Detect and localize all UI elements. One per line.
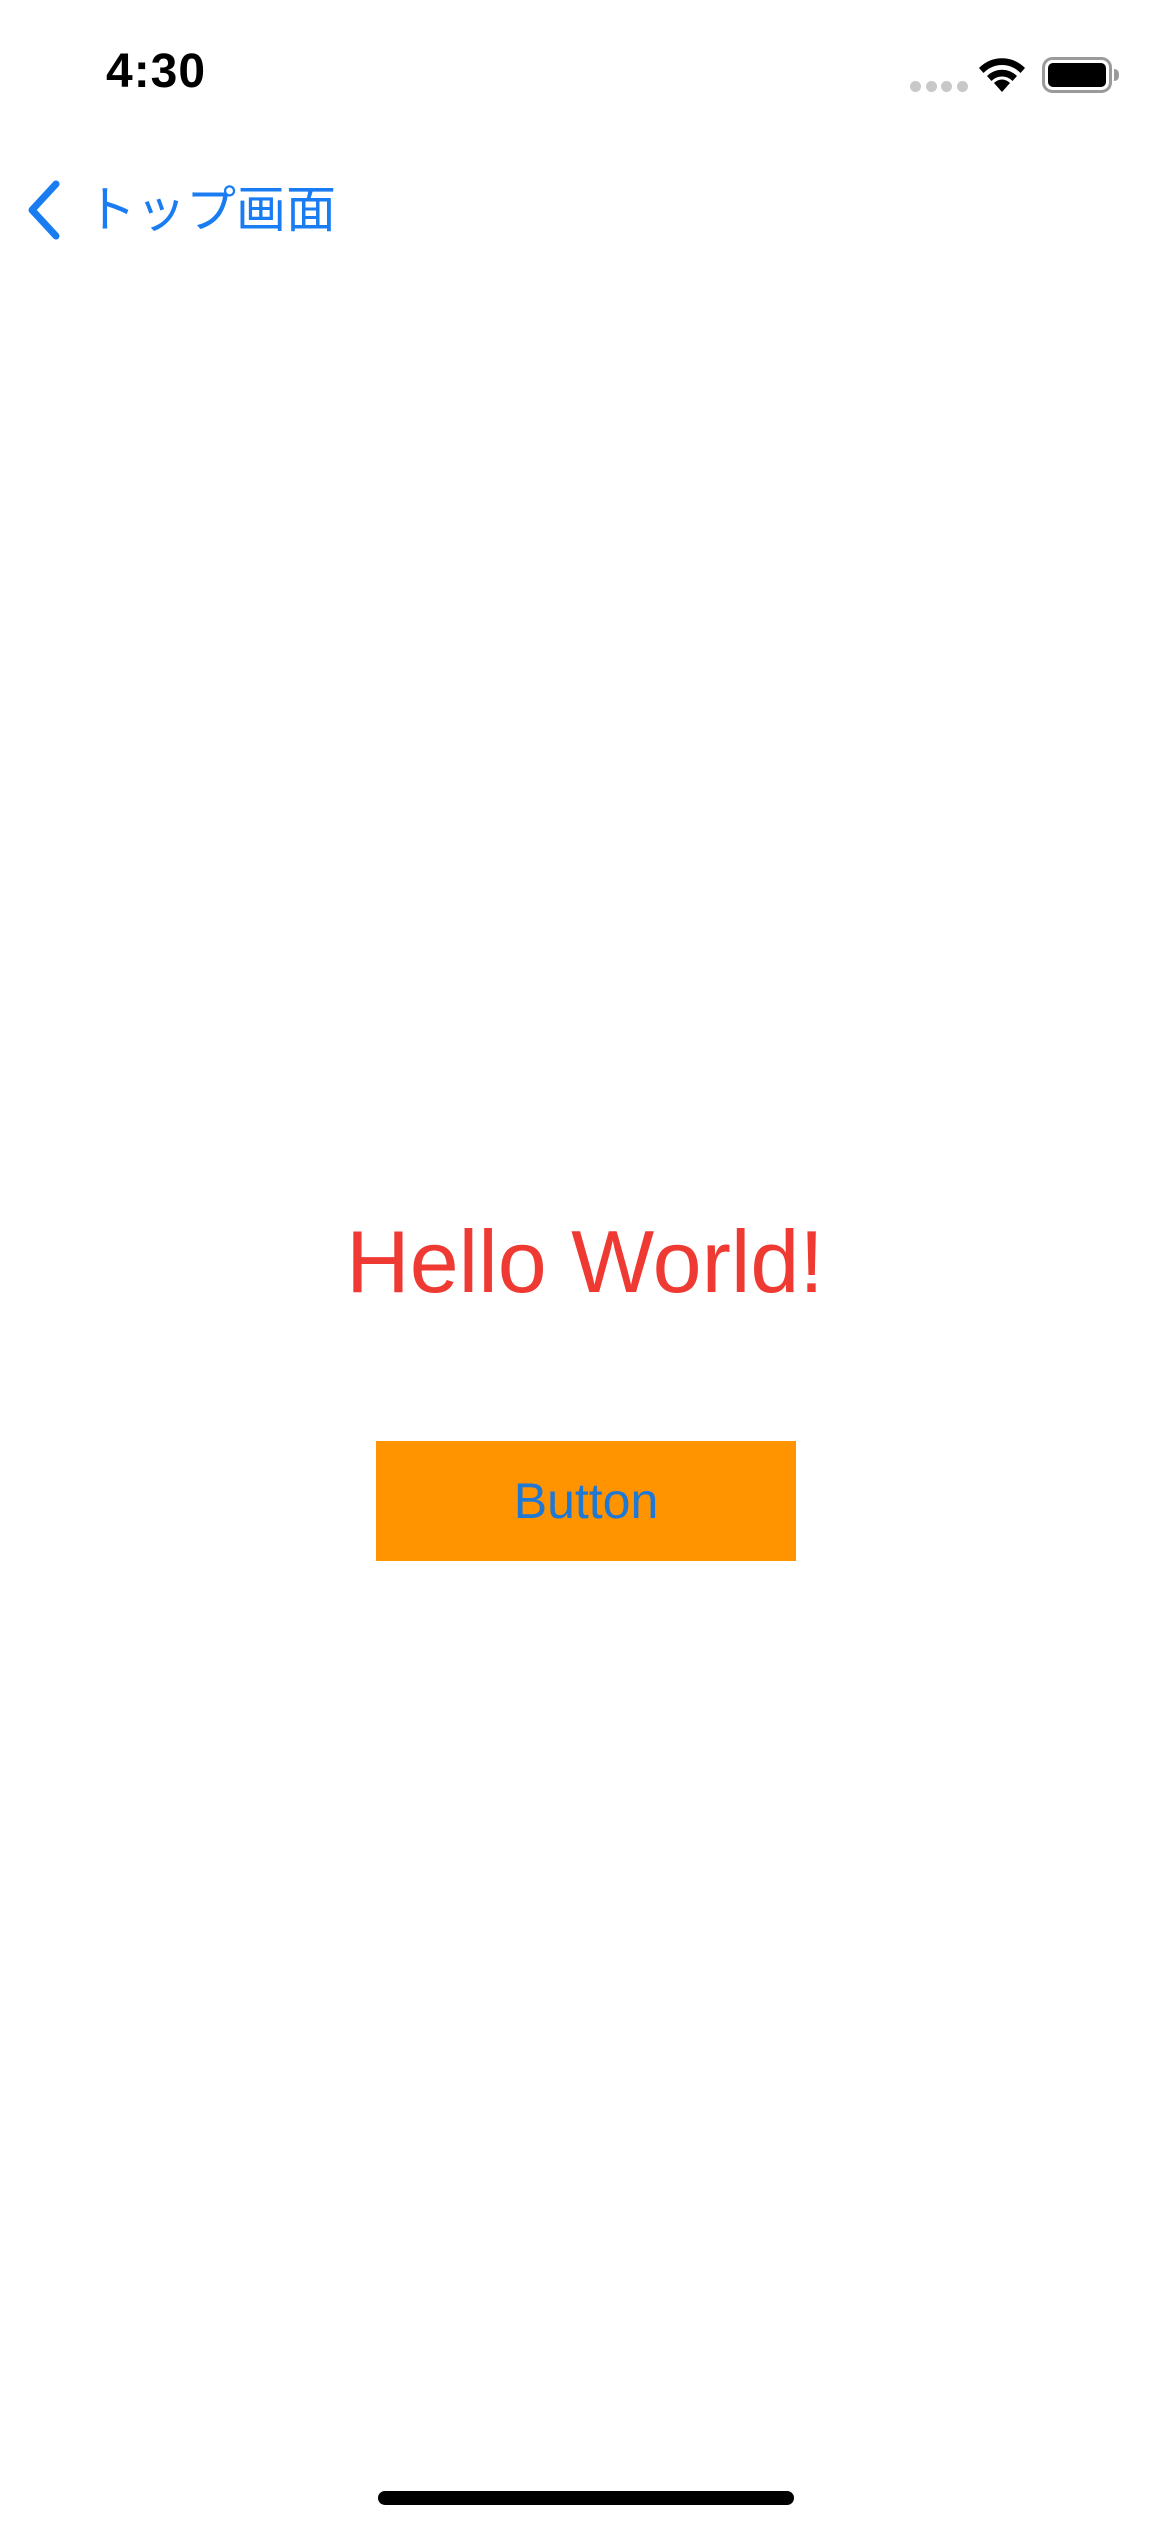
- hello-label: Hello World!: [346, 1212, 824, 1311]
- battery-icon: [1042, 57, 1119, 93]
- main-button[interactable]: Button: [376, 1441, 796, 1561]
- signal-dots-icon: [910, 79, 968, 93]
- back-button[interactable]: トップ画面: [24, 170, 336, 250]
- main-button-label: Button: [513, 1473, 659, 1529]
- back-button-label: トップ画面: [86, 182, 336, 238]
- wifi-icon: [979, 58, 1025, 92]
- status-time: 4:30: [106, 45, 207, 98]
- home-indicator[interactable]: [378, 2491, 794, 2505]
- chevron-left-icon: [28, 180, 60, 240]
